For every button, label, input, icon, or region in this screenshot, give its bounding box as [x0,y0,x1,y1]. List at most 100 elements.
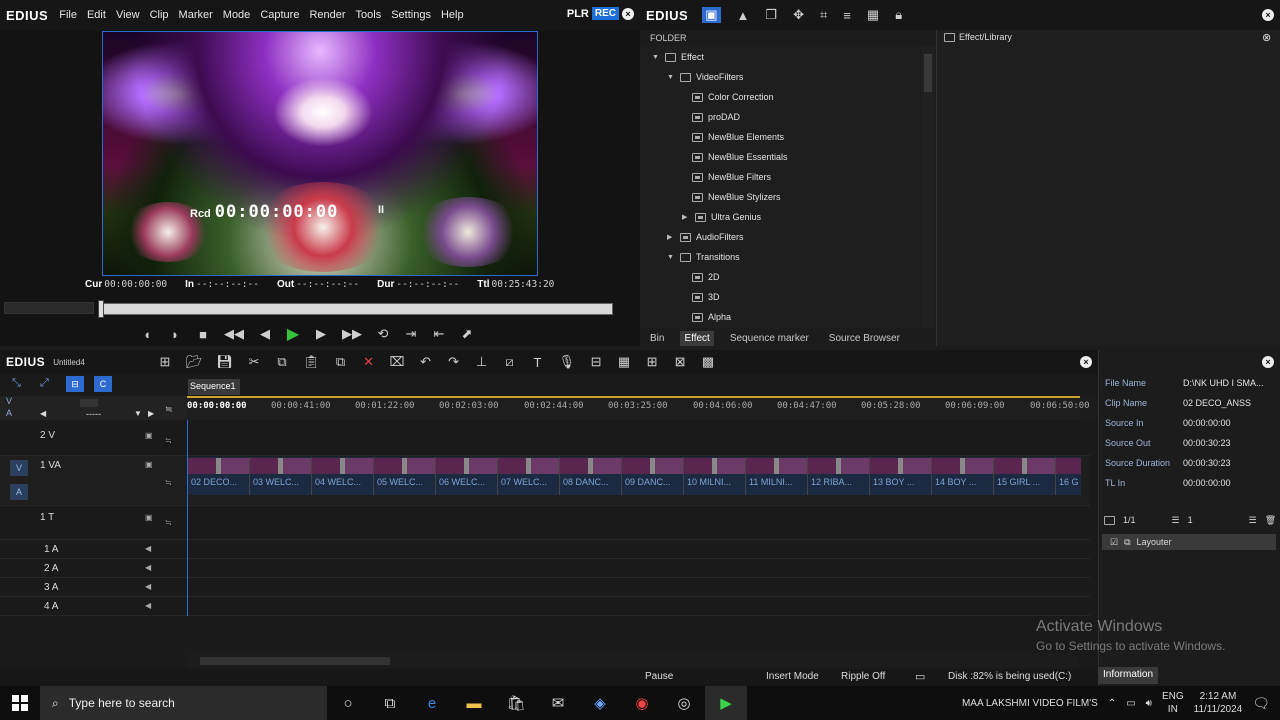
checkbox-icon[interactable]: ☑ [1110,537,1118,548]
tree-item-effect[interactable]: ▼ Effect [652,47,704,67]
undo-icon[interactable]: ↶ [419,354,433,370]
settings-icon[interactable]: ≒ [165,404,173,415]
v-patch[interactable]: V [10,460,28,476]
track-settings-icon[interactable]: ≒ [165,436,172,445]
scroll-thumb[interactable] [200,657,390,665]
tree-item-2d[interactable]: 2D [692,267,720,287]
scroll-thumb[interactable] [924,54,932,92]
save-icon[interactable]: 💾︎ [217,354,234,370]
app-icon[interactable]: ◈ [579,686,621,720]
timeline-clip[interactable]: 07 WELC... [498,457,560,495]
step-forward-icon[interactable]: ▶ [314,326,328,342]
new-sequence-icon[interactable]: ⊞ [158,354,172,370]
status-ripple[interactable]: Ripple Off [841,671,885,682]
taskbar-search[interactable]: ⌕ Type here to search [40,686,327,720]
play-icon[interactable]: ▶ [286,324,300,344]
redo-icon[interactable]: ↷ [447,354,461,370]
open-project-icon[interactable]: 📂︎ [186,354,203,370]
zoom-box[interactable] [80,399,98,407]
task-view-icon[interactable]: ⧉ [369,686,411,720]
scrub-handle[interactable] [98,300,104,318]
tab-sequence-marker[interactable]: Sequence marker [726,331,813,346]
menu-edit[interactable]: Edit [82,9,111,21]
transition-icon[interactable]: ⧄ [503,354,517,370]
menu-help[interactable]: Help [436,9,469,21]
close-icon[interactable]: ⊗ [1262,31,1271,44]
tree-scrollbar[interactable] [921,46,935,328]
speaker-icon[interactable]: ◀ [145,563,151,572]
ripple-delete-icon[interactable]: ⌧ [390,354,405,370]
menu-settings[interactable]: Settings [386,9,436,21]
rec-toggle[interactable]: REC [591,7,619,20]
timeline-clip[interactable]: 11 MILNI... [746,457,808,495]
timeline-clip[interactable]: 09 DANC... [622,457,684,495]
tree-item-newblue-essentials[interactable]: NewBlue Essentials [692,147,788,167]
track-settings-icon[interactable]: ≒ [165,518,172,527]
sync-mode-icon[interactable]: ⤡ [12,377,21,390]
track-1a[interactable]: 1 A ◀ [0,540,1090,559]
timeline-clip[interactable]: 06 WELC... [436,457,498,495]
tree-item-newblue-elements[interactable]: NewBlue Elements [692,127,784,147]
track-visibility-icon[interactable]: ▣ [145,513,153,522]
lock-icon[interactable]: 🔒︎ [895,7,902,23]
chevron-up-icon[interactable]: ⌃ [1108,698,1116,709]
marker-icon[interactable]: ⊥ [475,354,489,370]
set-out-icon[interactable]: ◗ [168,327,182,342]
list-view-icon[interactable]: ≡ [843,8,851,23]
network-icon[interactable]: ▭ [1126,698,1135,709]
tab-source-browser[interactable]: Source Browser [825,331,904,346]
scroll-left-icon[interactable]: ◀ [40,409,46,418]
tab-sequence1[interactable]: Sequence1 [188,379,240,395]
timeline-clip[interactable]: 05 WELC... [374,457,436,495]
tree-item-newblue-stylizers[interactable]: NewBlue Stylizers [692,187,781,207]
tree-item-color-correction[interactable]: Color Correction [692,87,774,107]
tree-item-ultra-genius[interactable]: ▶ Ultra Genius [682,207,761,227]
speaker-icon[interactable]: ◀ [145,544,151,553]
app-icon[interactable]: ◎ [663,686,705,720]
track-2a[interactable]: 2 A ◀ [0,559,1090,578]
track-1t[interactable]: 1 T ▣ ≒ [0,506,1090,540]
tab-effect[interactable]: Effect [680,330,714,346]
scroll-right-icon[interactable]: ▶ [148,409,154,418]
edius-taskbar-icon[interactable]: ▶ [705,686,747,720]
group-icon[interactable]: C [94,376,112,392]
timeline-hscroll[interactable] [188,654,1078,668]
rewind-icon[interactable]: ◀◀ [224,326,244,342]
filter-icon[interactable]: ⌗ [820,7,827,23]
clock[interactable]: 2:12 AM 11/11/2024 [1194,690,1243,716]
step-back-icon[interactable]: ◀ [258,326,272,342]
delete-icon[interactable]: ✕ [362,354,376,370]
loop-icon[interactable]: ⟲ [376,326,390,342]
grid-view-icon[interactable]: ▦ [867,7,879,23]
timeline-clip[interactable]: 12 RIBA... [808,457,870,495]
storyboard-icon[interactable]: ▩ [701,354,715,370]
timeline-clip[interactable]: 04 WELC... [312,457,374,495]
replace-icon[interactable]: ⧉ [334,354,348,370]
title-icon[interactable]: T [531,355,545,370]
fast-forward-icon[interactable]: ▶▶ [342,326,362,342]
track-3a[interactable]: 3 A ◀ [0,578,1090,597]
layer-item-layouter[interactable]: ☑ ⧉ Layouter [1102,534,1276,550]
timeline-clip[interactable]: 14 BOY ... [932,457,994,495]
timeline-clip[interactable]: 08 DANC... [560,457,622,495]
split-icon[interactable]: ⊞ [645,354,659,370]
tree-item-prodad[interactable]: proDAD [692,107,740,127]
mail-icon[interactable]: ✉ [537,686,579,720]
close-icon[interactable]: × [622,7,634,20]
menu-view[interactable]: View [111,9,145,21]
timeline-clip[interactable]: 10 MILNI... [684,457,746,495]
track-settings-icon[interactable]: ≒ [165,478,172,487]
timeline-clip[interactable]: 13 BOY ... [870,457,932,495]
cut-icon[interactable]: ✂ [247,354,261,370]
timeline-clip[interactable]: 15 GIRL ... [994,457,1056,495]
notification-icon[interactable]: 🗨︎ [1252,695,1270,712]
multicam-icon[interactable]: ▦ [617,354,631,370]
file-explorer-icon[interactable]: ▬ [453,686,495,720]
timeline-clip[interactable]: 16 G [1056,457,1081,495]
shuttle-slider[interactable] [4,302,94,314]
timeline-clip[interactable]: 03 WELC... [250,457,312,495]
folder-view-icon[interactable]: ▣ [702,7,721,23]
snap-icon[interactable]: ⤢ [40,377,49,390]
menu-marker[interactable]: Marker [174,9,218,21]
tree-item-3d[interactable]: 3D [692,287,720,307]
